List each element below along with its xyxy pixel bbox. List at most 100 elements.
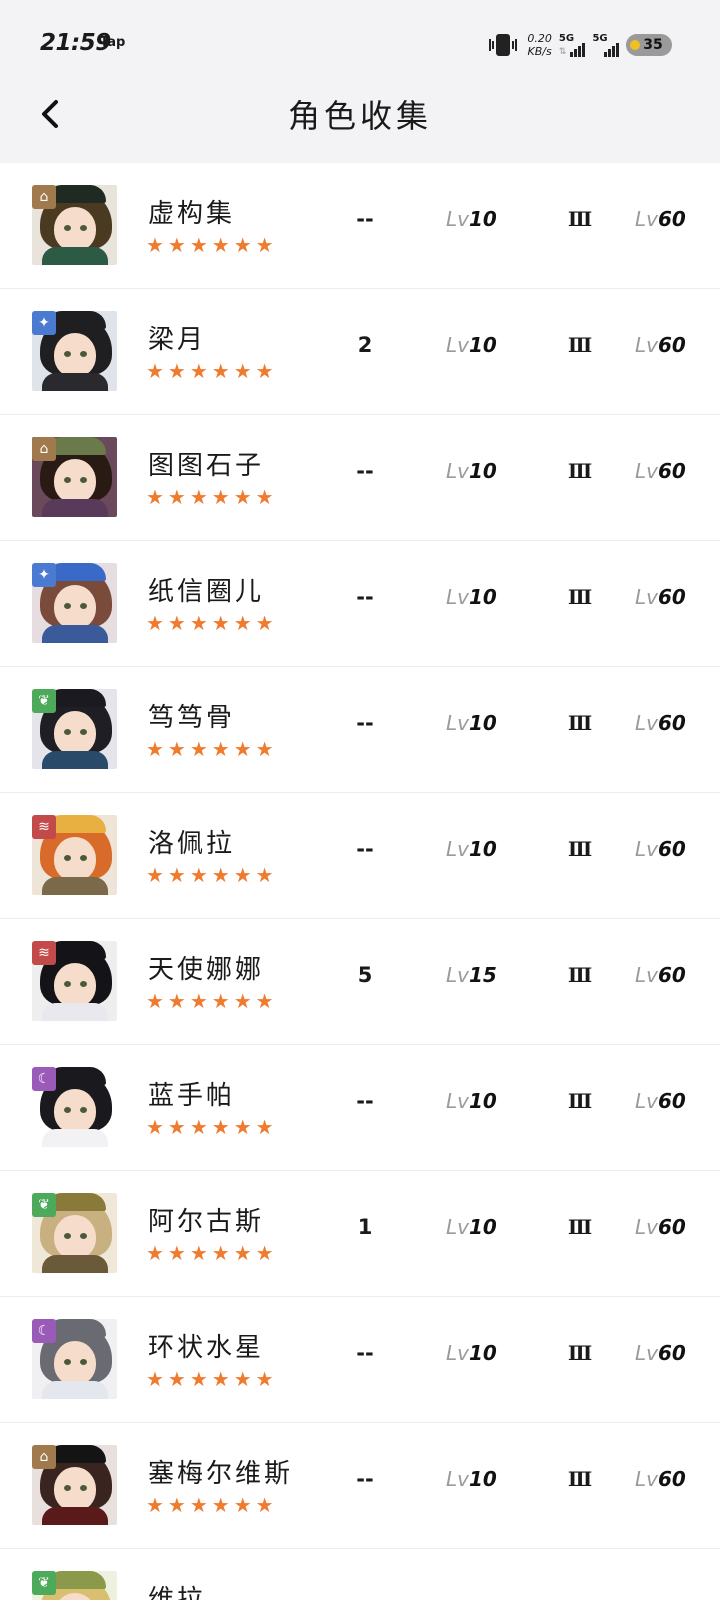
level-value: Lv10	[446, 711, 497, 735]
level-prefix: Lv	[446, 585, 469, 609]
insight-value: --	[356, 1341, 374, 1365]
character-row[interactable]: ≋ 洛佩拉 ★★★★★★ -- Lv10 Ⅲ Lv60	[0, 793, 720, 919]
max-level-value: Lv60	[635, 711, 686, 735]
tier-value: Ⅲ	[567, 1341, 593, 1365]
character-avatar: ❦	[32, 689, 117, 769]
max-level-number: 60	[657, 1215, 686, 1239]
level-value: Lv15	[446, 963, 497, 987]
max-level-prefix: Lv	[635, 837, 658, 861]
character-name: 洛佩拉	[148, 829, 236, 859]
max-level-number: 60	[657, 333, 686, 357]
level-number: 10	[468, 585, 497, 609]
character-row[interactable]: ≋ 天使娜娜 ★★★★★★ 5 Lv15 Ⅲ Lv60	[0, 919, 720, 1045]
claw-icon: ≋	[32, 815, 56, 839]
rarity-stars: ★★★★★★	[146, 991, 278, 1011]
insight-value: --	[356, 207, 374, 231]
character-avatar: ❦	[32, 1571, 117, 1600]
character-name: 塞梅尔维斯	[148, 1459, 294, 1489]
max-level-prefix: Lv	[635, 585, 658, 609]
insight-value: --	[356, 1467, 374, 1491]
character-name: 天使娜娜	[148, 955, 265, 985]
star-icon: ★★★★★★	[146, 1115, 278, 1139]
insight-value: --	[356, 459, 374, 483]
level-value: Lv10	[446, 333, 497, 357]
max-level-value: Lv60	[635, 1341, 686, 1365]
max-level-value: Lv60	[635, 1215, 686, 1239]
level-prefix: Lv	[446, 837, 469, 861]
level-number: 10	[468, 711, 497, 735]
max-level-prefix: Lv	[635, 333, 658, 357]
character-avatar: ⌂	[32, 437, 117, 517]
moon-icon: ☾	[32, 1067, 56, 1091]
vibrate-icon	[486, 33, 520, 57]
star-icon: ★★★★★★	[146, 233, 278, 257]
rarity-stars: ★★★★★★	[146, 1243, 278, 1263]
character-name: 阿尔古斯	[148, 1207, 265, 1237]
level-number: 10	[468, 207, 497, 231]
level-value: Lv10	[446, 1089, 497, 1113]
character-row[interactable]: ✦ 梁月 ★★★★★★ 2 Lv10 Ⅲ Lv60	[0, 289, 720, 415]
character-row[interactable]: ⌂ 图图石子 ★★★★★★ -- Lv10 Ⅲ Lv60	[0, 415, 720, 541]
insight-value: --	[356, 837, 374, 861]
star-icon: ★★★★★★	[146, 611, 278, 635]
character-row[interactable]: ☾ 蓝手帕 ★★★★★★ -- Lv10 Ⅲ Lv60	[0, 1045, 720, 1171]
insight-value: 5	[357, 963, 373, 987]
rarity-stars: ★★★★★★	[146, 739, 278, 759]
max-level-prefix: Lv	[635, 207, 658, 231]
rarity-stars: ★★★★★★	[146, 1117, 278, 1137]
tier-value: Ⅲ	[567, 459, 593, 483]
max-level-prefix: Lv	[635, 963, 658, 987]
tier-value: Ⅲ	[567, 1467, 593, 1491]
rarity-stars: ★★★★★★	[146, 613, 278, 633]
max-level-number: 60	[657, 207, 686, 231]
level-prefix: Lv	[446, 459, 469, 483]
level-value: Lv10	[446, 585, 497, 609]
character-name: 蓝手帕	[148, 1081, 236, 1111]
character-name: 环状水星	[148, 1333, 265, 1363]
claw-icon: ≋	[32, 941, 56, 965]
signal-label-2: 5G	[592, 33, 608, 44]
max-level-value: Lv60	[635, 459, 686, 483]
rarity-stars: ★★★★★★	[146, 487, 278, 507]
character-row[interactable]: ❦ 阿尔古斯 ★★★★★★ 1 Lv10 Ⅲ Lv60	[0, 1171, 720, 1297]
max-level-value: Lv60	[635, 963, 686, 987]
character-list[interactable]: ⌂ 虚构集 ★★★★★★ -- Lv10 Ⅲ Lv60 ✦ 梁月 ★★★★★★ …	[0, 163, 720, 1600]
max-level-value: Lv60	[635, 837, 686, 861]
character-name: 维拉	[148, 1585, 207, 1600]
max-level-number: 60	[657, 1089, 686, 1113]
house-icon: ⌂	[32, 1445, 56, 1469]
character-avatar: ☾	[32, 1067, 117, 1147]
insight-value: 2	[357, 333, 373, 357]
max-level-number: 60	[657, 963, 686, 987]
character-row[interactable]: ⌂ 塞梅尔维斯 ★★★★★★ -- Lv10 Ⅲ Lv60	[0, 1423, 720, 1549]
character-row[interactable]: ⌂ 虚构集 ★★★★★★ -- Lv10 Ⅲ Lv60	[0, 163, 720, 289]
level-prefix: Lv	[446, 207, 469, 231]
level-prefix: Lv	[446, 1089, 469, 1113]
page-title: 角色收集	[287, 97, 432, 135]
max-level-value: Lv60	[635, 207, 686, 231]
battery-icon: 35	[626, 34, 672, 56]
max-level-value: Lv60	[635, 333, 686, 357]
tier-value: Ⅲ	[567, 837, 593, 861]
max-level-value: Lv60	[635, 1089, 686, 1113]
character-avatar: ⌂	[32, 185, 117, 265]
signal-label-1: 5G	[558, 33, 575, 44]
insight-value: --	[356, 711, 374, 735]
character-row[interactable]: ❦ 维拉 ★★★★★★	[0, 1549, 720, 1600]
star-icon: ★★★★★★	[146, 1241, 278, 1265]
rarity-stars: ★★★★★★	[146, 361, 278, 381]
max-level-prefix: Lv	[635, 1215, 658, 1239]
net-speed-value: 0.20	[527, 32, 552, 45]
star-icon: ★★★★★★	[146, 989, 278, 1013]
net-speed: 0.20 KB/s	[527, 32, 552, 58]
character-row[interactable]: ❦ 笃笃骨 ★★★★★★ -- Lv10 Ⅲ Lv60	[0, 667, 720, 793]
level-number: 10	[468, 333, 497, 357]
character-row[interactable]: ✦ 纸信圈儿 ★★★★★★ -- Lv10 Ⅲ Lv60	[0, 541, 720, 667]
max-level-prefix: Lv	[635, 711, 658, 735]
star-icon: ★★★★★★	[146, 1493, 278, 1517]
character-name: 梁月	[148, 325, 207, 355]
character-avatar: ✦	[32, 311, 117, 391]
insight-value: --	[356, 1089, 374, 1113]
character-row[interactable]: ☾ 环状水星 ★★★★★★ -- Lv10 Ⅲ Lv60	[0, 1297, 720, 1423]
character-avatar: ⌂	[32, 1445, 117, 1525]
